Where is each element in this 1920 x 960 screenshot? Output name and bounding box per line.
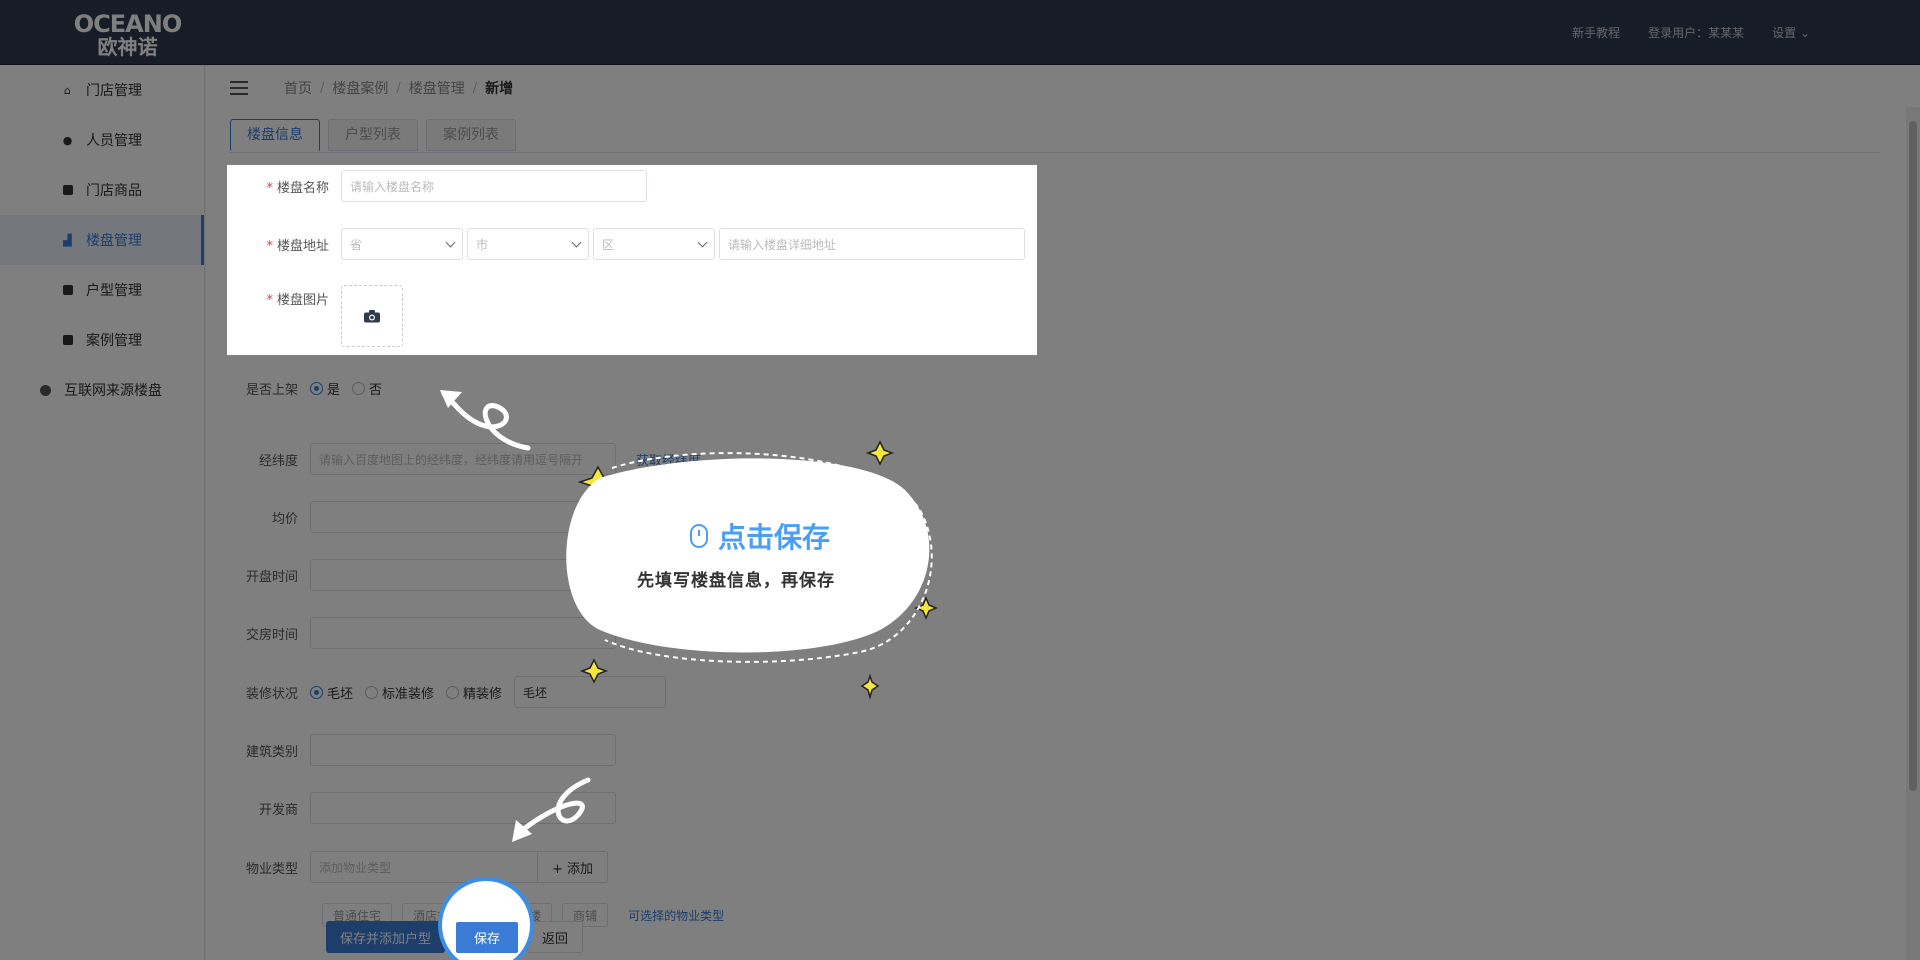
guide-title-text: 点击保存 [718, 521, 831, 554]
mouse-icon [690, 524, 708, 548]
guide-title: 点击保存 [690, 516, 830, 556]
save-button[interactable]: 保存 [456, 922, 518, 953]
guide-subtitle: 先填写楼盘信息，再保存 [637, 571, 835, 591]
guide-decorations [440, 390, 938, 842]
